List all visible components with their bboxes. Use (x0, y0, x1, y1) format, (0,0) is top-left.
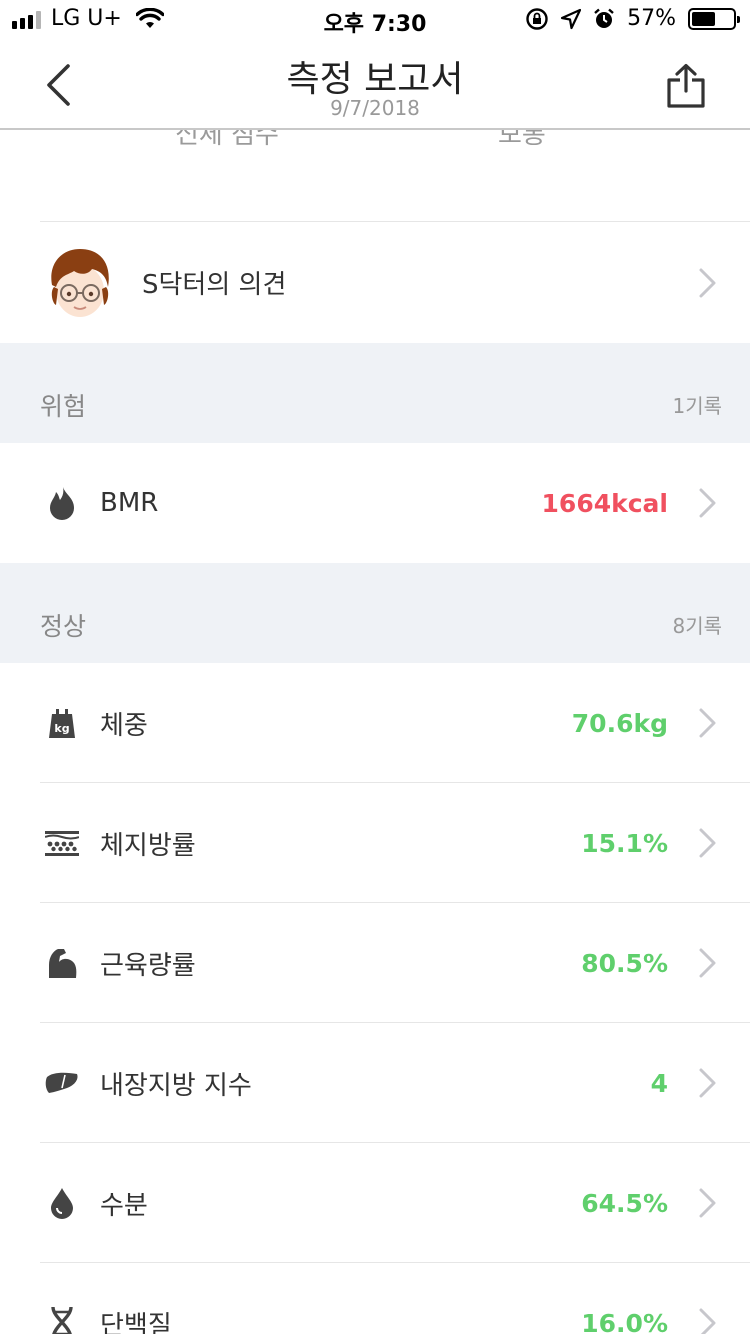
section-count: 1기록 (672, 394, 722, 418)
metric-label: 내장지방 지수 (100, 1070, 252, 1101)
page-title: 측정 보고서 (286, 59, 464, 100)
orientation-lock-icon (526, 7, 548, 30)
metric-label: 체중 (100, 710, 148, 741)
body-fat-icon (44, 825, 80, 861)
list-item-visceral-fat[interactable]: 내장지방 지수 4 (0, 1023, 750, 1143)
list-item-bmr[interactable]: BMR 1664kcal (0, 443, 750, 563)
status-bar: LG U+ 오후 7:30 57% (0, 0, 750, 40)
metric-value: 1664kcal (541, 488, 668, 518)
report-date: 9/7/2018 (330, 96, 420, 120)
chevron-right-icon (699, 268, 716, 298)
metric-value: 16.0% (581, 1308, 668, 1334)
chevron-right-icon (699, 948, 716, 978)
share-button[interactable] (658, 58, 714, 114)
svg-text:kg: kg (54, 722, 69, 735)
metric-label: 수분 (100, 1190, 148, 1221)
list-item-muscle[interactable]: 근육량률 80.5% (0, 903, 750, 1023)
chevron-right-icon (699, 1308, 716, 1334)
weight-kg-icon: kg (44, 705, 80, 741)
body-score-summary: 신체 점수 보통 (40, 130, 750, 222)
metric-value: 80.5% (581, 948, 668, 978)
normal-list: kg 체중 70.6kg 체지방률 15.1% 근육량률 80.5% 내장지방 … (0, 663, 750, 1334)
doctor-avatar (51, 248, 109, 317)
section-count: 8기록 (672, 614, 722, 638)
chevron-right-icon (699, 1188, 716, 1218)
metric-value: 64.5% (581, 1188, 668, 1218)
doctor-opinion-label: S닥터의 의견 (142, 270, 287, 300)
section-header-normal: 정상 8기록 (0, 563, 750, 663)
list-item-weight[interactable]: kg 체중 70.6kg (0, 663, 750, 783)
battery-icon (688, 7, 740, 30)
alarm-clock-icon (594, 8, 614, 28)
list-item-water[interactable]: 수분 64.5% (0, 1143, 750, 1263)
metric-value: 15.1% (581, 828, 668, 858)
metric-label: 단백질 (100, 1310, 172, 1334)
section-header-risk: 위험 1기록 (0, 343, 750, 443)
list-item-body-fat[interactable]: 체지방률 15.1% (0, 783, 750, 903)
body-score-label: 신체 점수 (175, 130, 279, 150)
section-title: 위험 (40, 392, 87, 421)
share-icon (667, 63, 705, 108)
metric-value: 4 (650, 1068, 668, 1098)
body-score-status: 보통 (498, 130, 546, 150)
metric-label: 체지방률 (100, 830, 196, 861)
metric-label: BMR (100, 488, 159, 518)
doctor-opinion-row[interactable]: S닥터의 의견 (0, 222, 750, 343)
chevron-right-icon (699, 828, 716, 858)
battery-percent: 57% (627, 6, 676, 31)
risk-list: BMR 1664kcal (0, 443, 750, 563)
liver-icon (44, 1065, 80, 1101)
chevron-right-icon (699, 1068, 716, 1098)
chevron-right-icon (699, 708, 716, 738)
metric-value: 70.6kg (571, 708, 668, 738)
location-arrow-icon (561, 8, 582, 29)
report-content[interactable]: 신체 점수 보통 S닥터의 의견 위험 1기록 BMR 1664kcal 정상 … (0, 130, 750, 1334)
water-drop-icon (44, 1185, 80, 1221)
navigation-bar: 측정 보고서 9/7/2018 (0, 40, 750, 130)
flame-icon (44, 485, 80, 521)
section-title: 정상 (40, 612, 87, 641)
list-item-protein[interactable]: 단백질 16.0% (0, 1263, 750, 1334)
metric-label: 근육량률 (100, 950, 196, 981)
chevron-right-icon (699, 488, 716, 518)
muscle-arm-icon (44, 945, 80, 981)
dna-icon (44, 1305, 80, 1334)
